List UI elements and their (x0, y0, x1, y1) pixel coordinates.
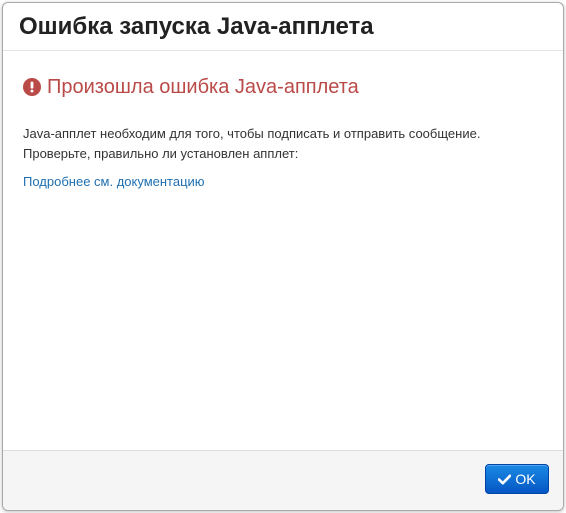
check-icon (498, 474, 512, 484)
message-line-1: Java-апплет необходим для того, чтобы по… (23, 126, 481, 141)
ok-button[interactable]: OK (485, 464, 549, 494)
dialog-title: Ошибка запуска Java-апплета (19, 13, 374, 40)
error-message: Java-апплет необходим для того, чтобы по… (23, 124, 543, 164)
error-heading-text: Произошла ошибка Java-апплета (47, 76, 359, 98)
message-line-2: Проверьте, правильно ли установлен аппле… (23, 146, 299, 161)
dialog-header: Ошибка запуска Java-апплета (3, 3, 563, 51)
error-dialog: Ошибка запуска Java-апплета Произошла ош… (2, 2, 564, 511)
dialog-footer: OK (3, 450, 563, 510)
dialog-body: Произошла ошибка Java-апплета Java-аппле… (3, 51, 563, 450)
exclamation-circle-icon (23, 78, 41, 96)
documentation-link[interactable]: Подробнее см. документацию (23, 172, 205, 192)
error-heading: Произошла ошибка Java-апплета (23, 75, 359, 99)
ok-button-label: OK (515, 471, 536, 487)
